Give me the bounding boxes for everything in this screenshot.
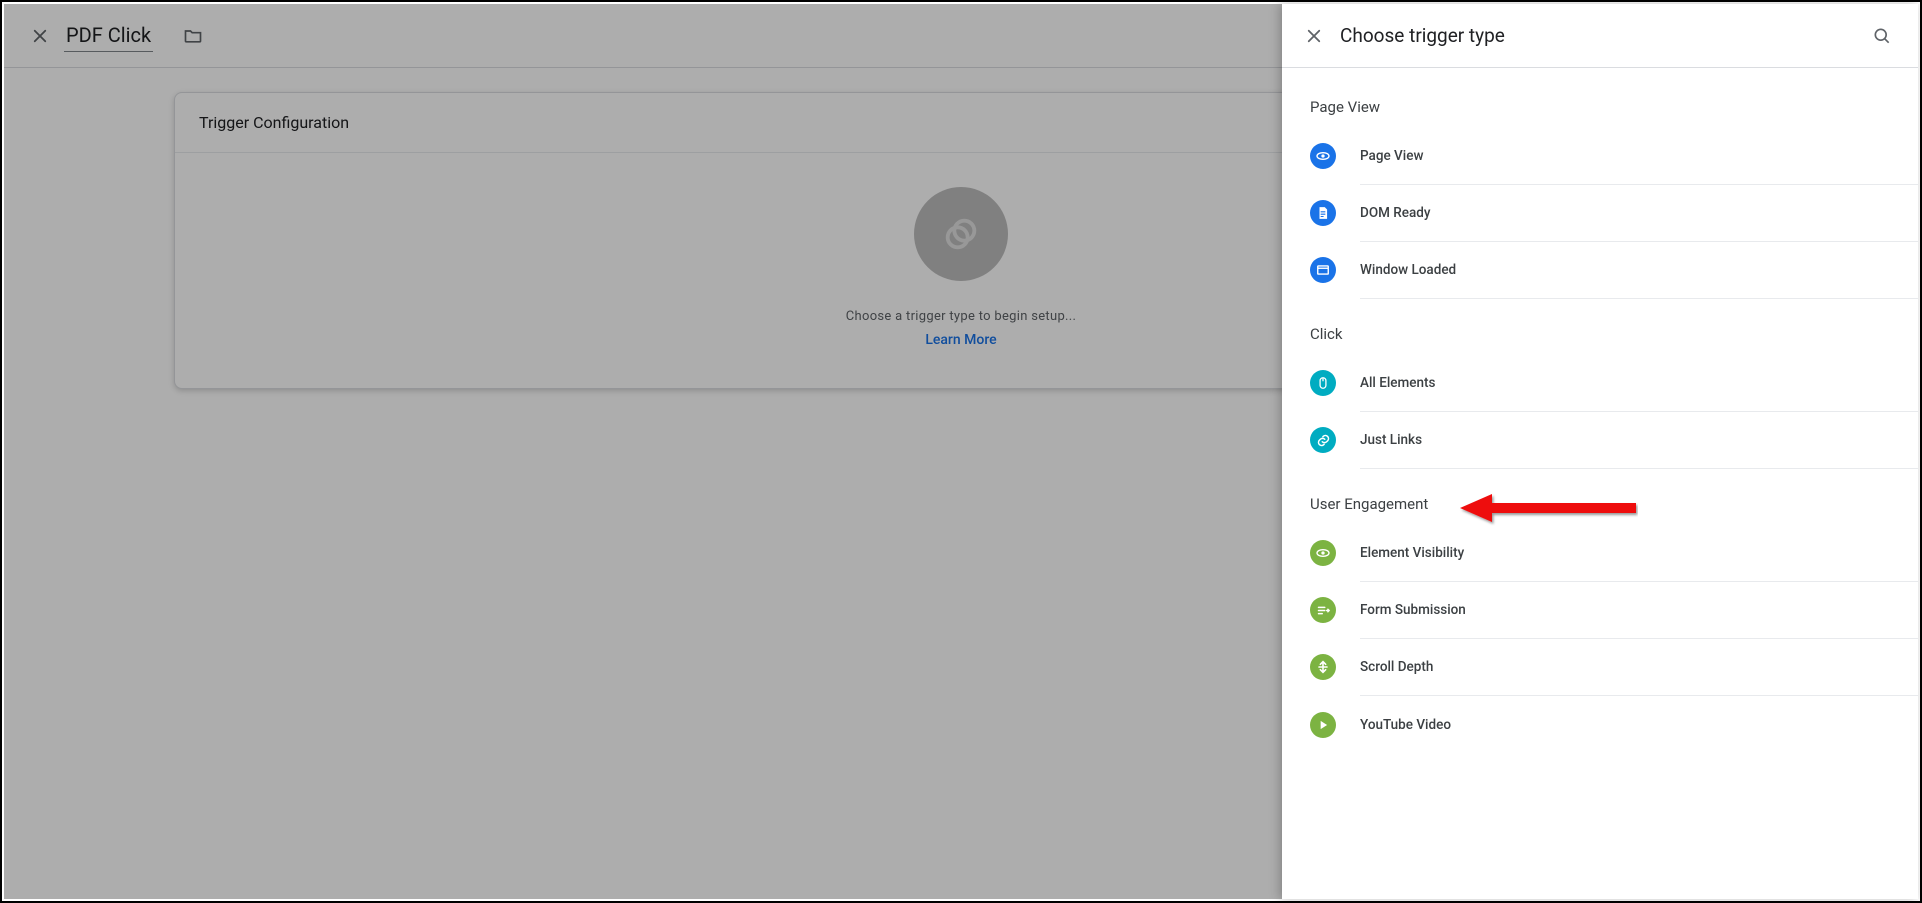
- folder-icon[interactable]: [173, 16, 213, 56]
- section-user-engagement: User Engagement: [1310, 469, 1918, 525]
- trigger-label: Page View: [1360, 148, 1423, 164]
- panel-title: Choose trigger type: [1340, 24, 1505, 47]
- panel-header: Choose trigger type: [1282, 4, 1918, 68]
- section-click: Click: [1310, 299, 1918, 355]
- close-icon[interactable]: [1294, 16, 1334, 56]
- panel-body[interactable]: Page View Page View DOM Ready Window Loa…: [1282, 68, 1918, 899]
- visibility-icon: [1310, 540, 1336, 566]
- trigger-scroll-depth[interactable]: Scroll Depth: [1360, 639, 1918, 696]
- play-icon: [1310, 712, 1336, 738]
- trigger-label: All Elements: [1360, 375, 1435, 391]
- form-icon: [1310, 597, 1336, 623]
- trigger-window-loaded[interactable]: Window Loaded: [1360, 242, 1918, 299]
- trigger-page-view[interactable]: Page View: [1360, 128, 1918, 185]
- trigger-youtube-video[interactable]: YouTube Video: [1360, 696, 1918, 753]
- section-page-view: Page View: [1310, 72, 1918, 128]
- eye-icon: [1310, 143, 1336, 169]
- trigger-form-submission[interactable]: Form Submission: [1360, 582, 1918, 639]
- trigger-label: YouTube Video: [1360, 717, 1451, 733]
- trigger-label: Form Submission: [1360, 602, 1466, 618]
- document-icon: [1310, 200, 1336, 226]
- trigger-all-elements[interactable]: All Elements: [1360, 355, 1918, 412]
- link-icon: [1310, 427, 1336, 453]
- trigger-label: Scroll Depth: [1360, 659, 1433, 675]
- trigger-label: Window Loaded: [1360, 262, 1456, 278]
- learn-more-link[interactable]: Learn More: [925, 332, 996, 348]
- trigger-element-visibility[interactable]: Element Visibility: [1360, 525, 1918, 582]
- trigger-label: Just Links: [1360, 432, 1422, 448]
- trigger-dom-ready[interactable]: DOM Ready: [1360, 185, 1918, 242]
- trigger-label: Element Visibility: [1360, 545, 1464, 561]
- mouse-icon: [1310, 370, 1336, 396]
- search-icon[interactable]: [1862, 16, 1902, 56]
- trigger-label: DOM Ready: [1360, 205, 1431, 221]
- placeholder-circle-icon: [914, 187, 1008, 281]
- trigger-just-links[interactable]: Just Links: [1360, 412, 1918, 469]
- trigger-name-field[interactable]: PDF Click: [64, 19, 153, 52]
- placeholder-text: Choose a trigger type to begin setup...: [846, 309, 1076, 324]
- choose-trigger-panel: Choose trigger type Page View Page View …: [1282, 4, 1918, 899]
- window-icon: [1310, 257, 1336, 283]
- scroll-icon: [1310, 654, 1336, 680]
- close-icon[interactable]: [20, 16, 60, 56]
